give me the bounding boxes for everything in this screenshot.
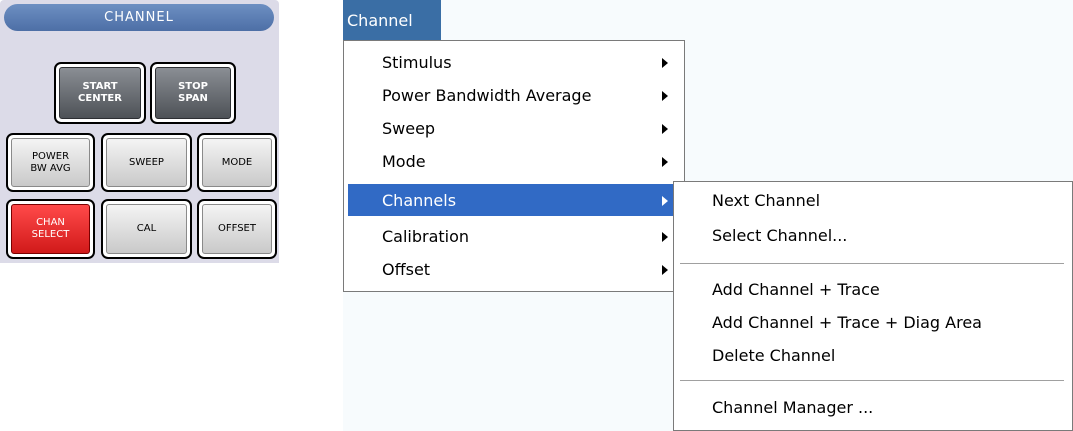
submenu-separator	[680, 380, 1064, 381]
mode-key[interactable]: MODE	[197, 133, 277, 192]
menu-item-label: Stimulus	[382, 53, 452, 72]
submenu-arrow-icon	[662, 157, 668, 167]
chan-select-label: CHAN SELECT	[11, 204, 90, 254]
channel-menu: Stimulus Power Bandwidth Average Sweep M…	[343, 40, 685, 292]
submenu-separator	[680, 263, 1064, 264]
channel-key-panel: CHANNEL START CENTER STOP SPAN POWER BW …	[0, 0, 279, 263]
offset-label: OFFSET	[202, 204, 272, 254]
menubar-channel[interactable]: Channel	[343, 0, 441, 40]
menu-item-label: Power Bandwidth Average	[382, 86, 592, 105]
menu-item-calibration[interactable]: Calibration	[348, 220, 680, 253]
stop-span-label: STOP SPAN	[155, 67, 231, 119]
panel-title: CHANNEL	[4, 4, 274, 31]
submenu-arrow-icon	[662, 265, 668, 275]
submenu-arrow-icon	[662, 196, 668, 206]
cal-label: CAL	[106, 204, 187, 254]
start-center-label: START CENTER	[59, 67, 141, 119]
cal-key[interactable]: CAL	[101, 199, 192, 259]
submenu-item-select-channel[interactable]: Select Channel...	[678, 219, 1068, 252]
start-center-key[interactable]: START CENTER	[54, 62, 146, 124]
menu-item-sweep[interactable]: Sweep	[348, 112, 680, 145]
submenu-arrow-icon	[662, 232, 668, 242]
offset-key[interactable]: OFFSET	[197, 199, 277, 259]
menu-item-label: Mode	[382, 152, 426, 171]
menu-item-stimulus[interactable]: Stimulus	[348, 46, 680, 79]
sweep-label: SWEEP	[106, 138, 187, 187]
submenu-item-channel-manager[interactable]: Channel Manager ...	[678, 391, 1068, 424]
stop-span-key[interactable]: STOP SPAN	[150, 62, 236, 124]
submenu-item-add-channel-trace[interactable]: Add Channel + Trace	[678, 273, 1068, 306]
submenu-item-add-channel-trace-diag-area[interactable]: Add Channel + Trace + Diag Area	[678, 306, 1068, 339]
menu-item-channels[interactable]: Channels	[348, 184, 680, 216]
menu-item-label: Offset	[382, 260, 431, 279]
menu-item-mode[interactable]: Mode	[348, 145, 680, 178]
submenu-item-next-channel[interactable]: Next Channel	[678, 184, 1068, 217]
power-bw-avg-label: POWER BW AVG	[11, 138, 90, 187]
submenu-arrow-icon	[662, 91, 668, 101]
menu-item-power-bandwidth-average[interactable]: Power Bandwidth Average	[348, 79, 680, 112]
submenu-arrow-icon	[662, 58, 668, 68]
menu-item-label: Channels	[382, 190, 457, 210]
menu-item-offset[interactable]: Offset	[348, 253, 680, 286]
submenu-arrow-icon	[662, 124, 668, 134]
menu-item-label: Calibration	[382, 227, 470, 246]
channels-submenu: Next Channel Select Channel... Add Chann…	[673, 181, 1073, 431]
chan-select-key[interactable]: CHAN SELECT	[6, 199, 95, 259]
menu-item-label: Sweep	[382, 119, 436, 138]
sweep-key[interactable]: SWEEP	[101, 133, 192, 192]
submenu-item-delete-channel[interactable]: Delete Channel	[678, 339, 1068, 372]
mode-label: MODE	[202, 138, 272, 187]
power-bw-avg-key[interactable]: POWER BW AVG	[6, 133, 95, 192]
